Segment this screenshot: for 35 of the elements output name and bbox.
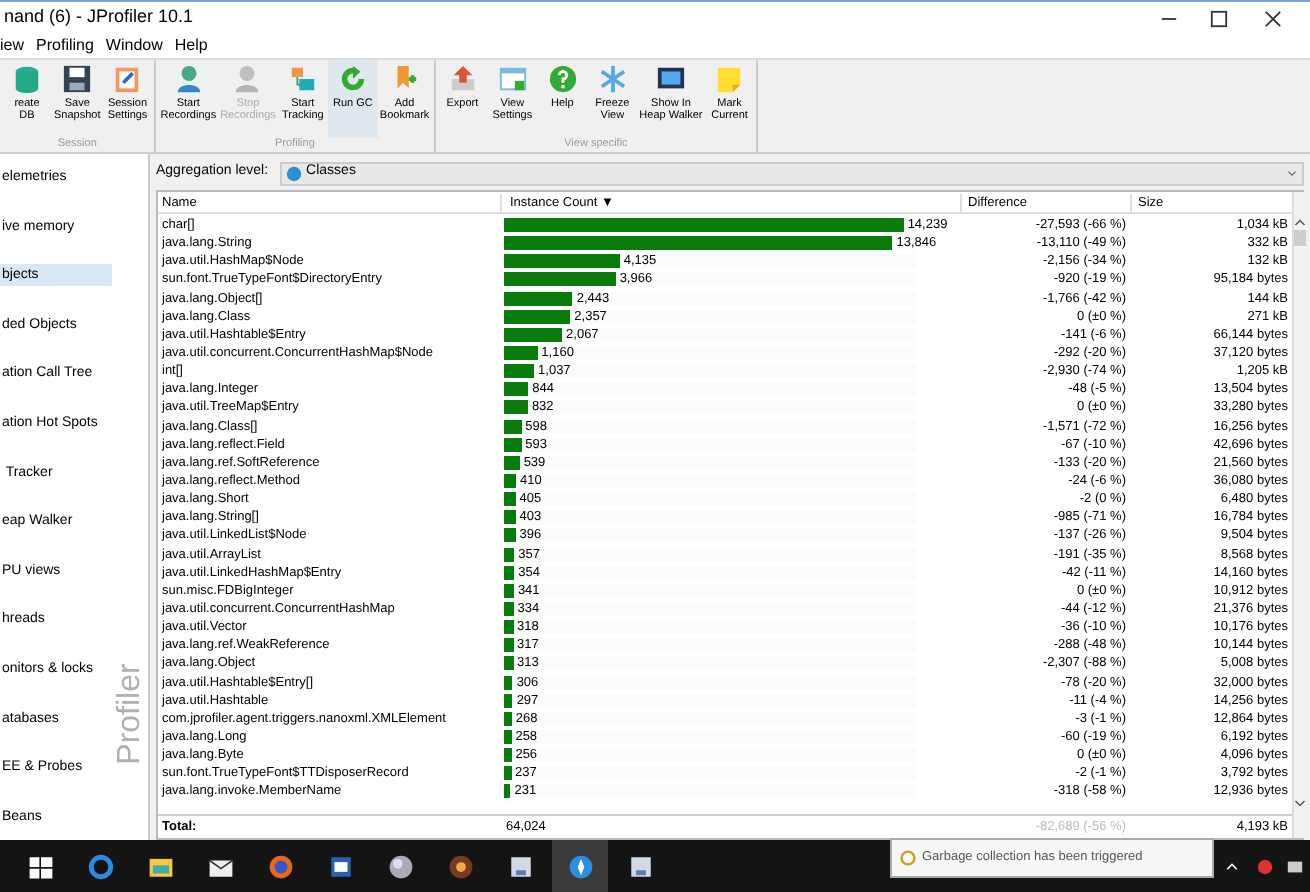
menu-item[interactable]: iew xyxy=(0,34,25,58)
scroll-thumb[interactable] xyxy=(1294,230,1306,246)
scroll-down-icon[interactable] xyxy=(1294,798,1306,810)
person-icon xyxy=(173,64,204,94)
refresh-icon xyxy=(337,64,368,94)
maximize-icon[interactable] xyxy=(1210,9,1228,27)
person-icon xyxy=(232,64,263,94)
caret-icon[interactable] xyxy=(1224,858,1240,874)
globe-icon[interactable] xyxy=(387,853,413,879)
help-icon xyxy=(547,64,578,94)
chevron-icon xyxy=(1286,167,1298,179)
scrollbar[interactable] xyxy=(1292,192,1306,838)
menu-item[interactable]: Window xyxy=(105,34,163,58)
browser-icon[interactable] xyxy=(87,853,113,879)
window-title: nand (6) - JProfiler 10.1 xyxy=(4,4,196,31)
note-icon xyxy=(714,64,745,94)
menu-item[interactable]: Profiling xyxy=(36,34,94,58)
clipboard-icon xyxy=(112,64,143,94)
menu-item[interactable]: Help xyxy=(174,34,208,58)
compass-icon[interactable] xyxy=(567,853,593,879)
snowflake-icon xyxy=(597,64,628,94)
scroll-up-icon[interactable] xyxy=(1294,216,1306,228)
monitor-icon xyxy=(655,64,686,94)
save-icon xyxy=(62,64,93,94)
window-icon xyxy=(497,64,528,94)
brand-text: Profiler xyxy=(110,663,148,765)
export-icon xyxy=(447,64,478,94)
tracking-icon xyxy=(287,64,318,94)
info-icon xyxy=(900,850,916,866)
game-icon[interactable] xyxy=(447,853,473,879)
class-icon xyxy=(286,165,303,181)
document-icon[interactable] xyxy=(327,853,353,879)
close-icon[interactable] xyxy=(1264,9,1282,27)
db-icon xyxy=(12,64,42,94)
folder-icon[interactable] xyxy=(147,853,173,879)
